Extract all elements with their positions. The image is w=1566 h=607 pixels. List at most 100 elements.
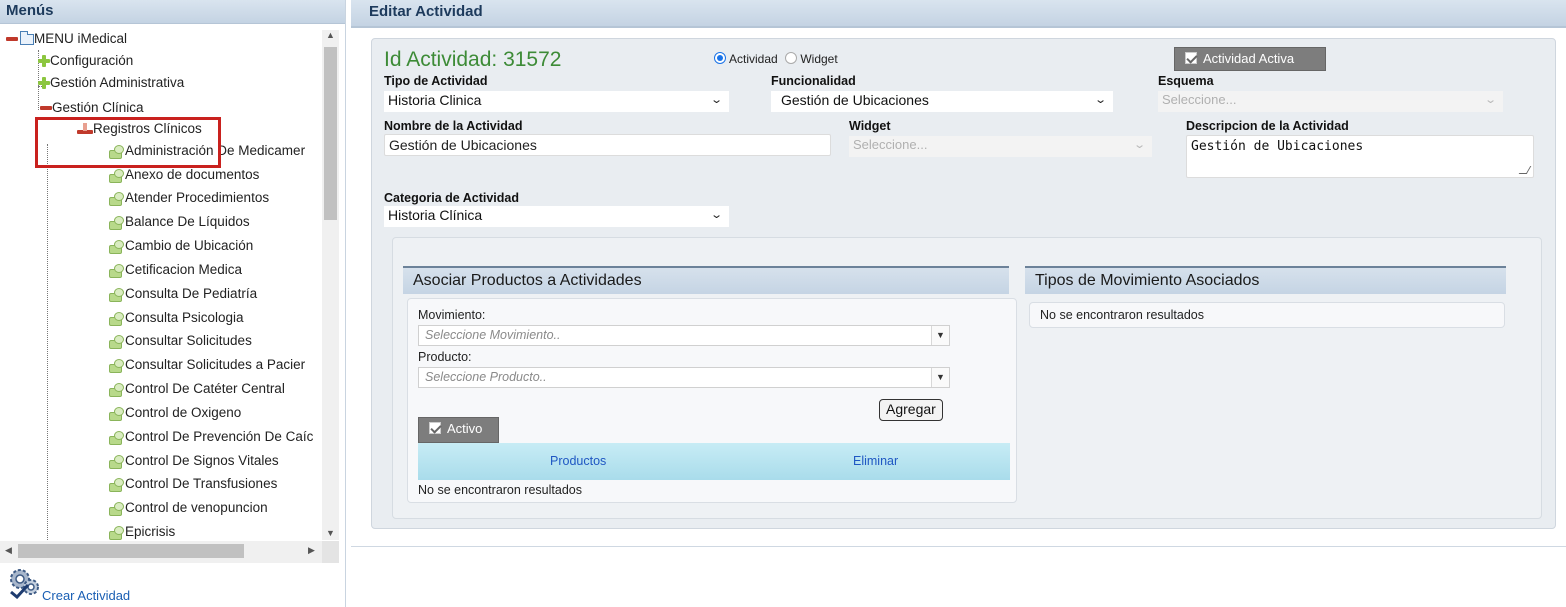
nombre-input[interactable]: Gestión de Ubicaciones	[384, 134, 831, 156]
expand-icon[interactable]	[38, 55, 50, 68]
tree-leaf[interactable]: Control De Catéter Central	[109, 378, 285, 400]
tree-leaf[interactable]: Consulta De Pediatría	[109, 283, 257, 305]
activo-toggle[interactable]: Activo	[418, 417, 499, 443]
scrollbar-thumb[interactable]	[18, 544, 244, 558]
collapse-icon[interactable]	[40, 106, 52, 111]
nombre-label: Nombre de la Actividad	[384, 119, 523, 133]
menu-tree: MENU iMedical Configuración Gestión Admi…	[0, 26, 340, 540]
page-title: Editar Actividad	[351, 0, 1566, 27]
productos-section-title: Asociar Productos a Actividades	[403, 266, 1009, 294]
leaf-icon	[109, 455, 124, 470]
gears-icon	[10, 569, 39, 599]
leaf-icon	[109, 407, 124, 422]
leaf-icon	[109, 216, 124, 231]
vertical-scrollbar[interactable]: ▲ ▼	[322, 30, 339, 540]
radio-widget[interactable]	[785, 52, 798, 64]
column-header-productos[interactable]: Productos	[550, 454, 606, 468]
leaf-icon	[109, 502, 124, 517]
activity-id: Id Actividad: 31572	[384, 48, 562, 71]
tree-leaf[interactable]: Control de Oxigeno	[109, 402, 241, 424]
edit-panel: Editar Actividad Id Actividad: 31572 Act…	[351, 0, 1566, 607]
leaf-icon	[109, 359, 124, 374]
tree-leaf[interactable]: Atender Procedimientos	[109, 187, 269, 209]
collapse-icon[interactable]	[6, 37, 18, 42]
associations-panel: Asociar Productos a Actividades Movimien…	[392, 237, 1542, 519]
tree-leaf[interactable]: Consultar Solicitudes	[109, 330, 252, 352]
leaf-icon	[109, 478, 124, 493]
producto-combobox[interactable]: Seleccione Producto.. ▼	[418, 367, 950, 388]
descripcion-textarea[interactable]: Gestión de Ubicaciones	[1186, 135, 1534, 178]
scrollbar-thumb[interactable]	[324, 47, 337, 220]
tree-node-gestion-clinica[interactable]: Gestión Clínica	[40, 97, 144, 119]
leaf-icon	[109, 526, 124, 540]
leaf-icon	[109, 240, 124, 255]
movimientos-section-title: Tipos de Movimiento Asociados	[1025, 266, 1506, 294]
radio-actividad-label: Actividad	[729, 52, 778, 66]
tree-leaf[interactable]: Control de venopuncion	[109, 497, 268, 519]
movimientos-section: No se encontraron resultados	[1029, 302, 1505, 328]
checkbox-checked-icon	[429, 422, 441, 434]
tree-leaf[interactable]: Control De Prevención De Caíc	[109, 426, 313, 448]
movimientos-empty-text: No se encontraron resultados	[1040, 308, 1204, 322]
funcionalidad-label: Funcionalidad	[771, 74, 856, 88]
chevron-down-icon: ⌄	[709, 209, 723, 221]
scroll-left-icon[interactable]: ◀	[0, 545, 17, 556]
tree-node-label: Gestión Clínica	[52, 100, 144, 115]
tree-leaf[interactable]: Control De Signos Vitales	[109, 450, 279, 472]
descripcion-label: Descripcion de la Actividad	[1186, 119, 1349, 133]
divider	[351, 546, 1566, 547]
tree-node-label: Gestión Administrativa	[50, 75, 185, 90]
tree-leaf[interactable]: Control De Transfusiones	[109, 473, 277, 495]
widget-label: Widget	[849, 119, 891, 133]
scroll-right-icon[interactable]: ▶	[303, 545, 320, 556]
radio-actividad[interactable]	[714, 52, 726, 64]
expand-icon[interactable]	[38, 77, 50, 90]
esquema-select[interactable]: Seleccione... ⌄	[1158, 91, 1503, 112]
tree-leaf[interactable]: Cetificacion Medica	[109, 259, 242, 281]
highlight-box	[35, 117, 221, 168]
tree-node-root[interactable]: MENU iMedical	[6, 28, 127, 50]
tree-node-configuracion[interactable]: Configuración	[38, 50, 133, 72]
folder-icon	[20, 30, 34, 45]
dropdown-arrow-icon[interactable]: ▼	[931, 326, 949, 345]
leaf-icon	[109, 169, 124, 184]
tree-leaf[interactable]: Consulta Psicologia	[109, 307, 244, 329]
chevron-down-icon: ⌄	[1093, 94, 1107, 106]
divider	[351, 27, 1566, 28]
leaf-icon	[109, 383, 124, 398]
tree-connector	[47, 144, 48, 540]
scroll-corner	[322, 541, 339, 563]
scroll-up-icon[interactable]: ▲	[322, 30, 339, 40]
leaf-icon	[109, 431, 124, 446]
tree-leaf[interactable]: Balance De Líquidos	[109, 211, 250, 233]
activity-form: Id Actividad: 31572 Actividad Widget Act…	[371, 38, 1556, 529]
tree-leaf[interactable]: Consultar Solicitudes a Pacier	[109, 354, 305, 376]
chevron-down-icon: ⌄	[1132, 139, 1146, 151]
widget-select[interactable]: Seleccione... ⌄	[849, 136, 1152, 157]
tipo-select[interactable]: Historia Clinica ⌄	[384, 91, 729, 112]
leaf-icon	[109, 335, 124, 350]
tree-leaf[interactable]: Epicrisis	[109, 521, 175, 540]
dropdown-arrow-icon[interactable]: ▼	[931, 368, 949, 387]
column-header-eliminar[interactable]: Eliminar	[853, 454, 898, 468]
tree-node-gestion-administrativa[interactable]: Gestión Administrativa	[38, 72, 184, 94]
create-activity-label[interactable]: Crear Actividad	[42, 588, 130, 603]
funcionalidad-select[interactable]: Gestión de Ubicaciones ⌄	[771, 91, 1113, 112]
chevron-down-icon: ⌄	[1483, 94, 1497, 106]
tipo-label: Tipo de Actividad	[384, 74, 488, 88]
chevron-down-icon: ⌄	[709, 94, 723, 106]
productos-section: Movimiento: Seleccione Movimiento.. ▼ Pro…	[407, 298, 1017, 503]
movimiento-combobox[interactable]: Seleccione Movimiento.. ▼	[418, 325, 950, 346]
tree-node-label: MENU iMedical	[34, 31, 128, 46]
scroll-down-icon[interactable]: ▼	[322, 528, 339, 538]
categoria-select[interactable]: Historia Clínica ⌄	[384, 206, 729, 227]
leaf-icon	[109, 312, 124, 327]
agregar-button[interactable]: Agregar	[879, 399, 943, 421]
horizontal-scrollbar[interactable]: ◀ ▶	[0, 541, 322, 563]
active-activity-toggle[interactable]: Actividad Activa	[1174, 47, 1326, 71]
tree-leaf[interactable]: Cambio de Ubicación	[109, 235, 253, 257]
leaf-icon	[109, 288, 124, 303]
movimiento-label: Movimiento:	[418, 308, 486, 322]
productos-empty-text: No se encontraron resultados	[418, 483, 582, 497]
radio-widget-label: Widget	[800, 52, 838, 66]
